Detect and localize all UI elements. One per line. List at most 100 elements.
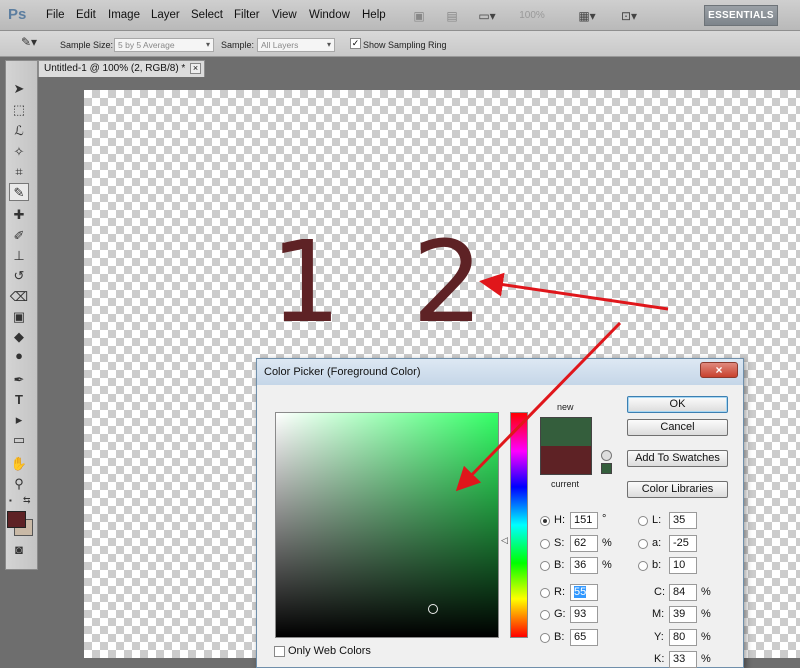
yellow-field[interactable]: 80	[669, 629, 697, 646]
canvas-text-layer-1[interactable]: 1	[270, 218, 341, 348]
only-web-colors-checkbox[interactable]	[274, 646, 285, 657]
red-radio[interactable]	[540, 588, 550, 598]
b-channel-field[interactable]: 10	[669, 557, 697, 574]
cyan-unit: %	[701, 586, 711, 598]
cyan-field[interactable]: 84	[669, 584, 697, 601]
brightness-field[interactable]: 36	[570, 557, 598, 574]
green-field[interactable]: 93	[570, 606, 598, 623]
canvas-text-layer-2[interactable]: 2	[412, 218, 483, 348]
default-colors-icon[interactable]: ▪	[9, 496, 12, 505]
menu-layer[interactable]: Layer	[151, 9, 180, 21]
a-channel-label: a:	[652, 537, 662, 549]
brush-tool-icon[interactable]: ✐	[9, 227, 29, 245]
dodge-tool-icon[interactable]: ●	[9, 347, 29, 365]
lasso-tool-icon[interactable]: ℒ	[9, 122, 29, 140]
red-value: 55	[574, 586, 587, 598]
menu-view[interactable]: View	[272, 9, 297, 21]
hue-slider-handle[interactable]: ◁	[501, 535, 508, 546]
menu-image[interactable]: Image	[108, 9, 140, 21]
foreground-color-swatch[interactable]	[7, 511, 26, 528]
quick-mask-icon[interactable]: ◙	[9, 541, 29, 559]
chevron-down-icon: ▾	[205, 40, 210, 49]
eraser-tool-icon[interactable]: ⌫	[9, 288, 29, 306]
gradient-tool-icon[interactable]: ▣	[9, 308, 29, 326]
document-title: Untitled-1 @ 100% (2, RGB/8) *	[44, 63, 186, 74]
clone-stamp-tool-icon[interactable]: ⊥	[9, 247, 29, 265]
add-to-swatches-button[interactable]: Add To Swatches	[627, 450, 728, 467]
yellow-label: Y:	[654, 631, 664, 643]
menu-filter[interactable]: Filter	[234, 9, 260, 21]
zoom-tool-icon[interactable]: ⚲	[9, 475, 29, 493]
menu-select[interactable]: Select	[191, 9, 223, 21]
pen-tool-icon[interactable]: ✒	[9, 371, 29, 389]
menu-edit[interactable]: Edit	[76, 9, 96, 21]
color-cursor[interactable]	[428, 604, 438, 614]
hue-radio[interactable]	[540, 516, 550, 526]
menu-help[interactable]: Help	[362, 9, 386, 21]
history-brush-tool-icon[interactable]: ↺	[9, 267, 29, 285]
saturation-field[interactable]: 62	[570, 535, 598, 552]
workspace-switcher[interactable]: ESSENTIALS	[704, 5, 778, 26]
sample-value: All Layers	[261, 40, 299, 50]
current-color-swatch[interactable]	[540, 446, 592, 475]
mini-bridge-icon[interactable]: ▤	[440, 6, 464, 26]
green-radio[interactable]	[540, 610, 550, 620]
document-tab[interactable]: Untitled-1 @ 100% (2, RGB/8) * ×	[38, 60, 205, 77]
bridge-icon[interactable]: ▣	[407, 6, 431, 26]
menu-file[interactable]: File	[46, 9, 65, 21]
lightness-radio[interactable]	[638, 516, 648, 526]
eyedropper-tool-icon[interactable]: ✎	[9, 183, 29, 201]
path-selection-tool-icon[interactable]: ▸	[9, 411, 29, 429]
black-field[interactable]: 33	[669, 651, 697, 668]
screen-mode-icon[interactable]: ⊡▾	[614, 6, 644, 26]
black-unit: %	[701, 653, 711, 665]
ok-button[interactable]: OK	[627, 396, 728, 413]
crop-tool-icon[interactable]: ⌗	[9, 163, 29, 181]
red-field[interactable]: 55	[570, 584, 598, 601]
hue-field[interactable]: 151	[570, 512, 598, 529]
menu-window[interactable]: Window	[309, 9, 350, 21]
cancel-button[interactable]: Cancel	[627, 419, 728, 436]
arrange-documents-icon[interactable]: ▦▾	[572, 6, 602, 26]
red-label: R:	[554, 586, 565, 598]
healing-brush-tool-icon[interactable]: ✚	[9, 206, 29, 224]
view-extras-icon[interactable]: ▭▾	[472, 6, 502, 26]
color-picker-dialog: Color Picker (Foreground Color) × ◁ new …	[256, 358, 744, 668]
brightness-radio[interactable]	[540, 561, 550, 571]
close-icon[interactable]: ×	[700, 362, 738, 378]
lightness-field[interactable]: 35	[669, 512, 697, 529]
sample-dropdown[interactable]: All Layers ▾	[257, 38, 335, 52]
type-tool-icon[interactable]: T	[9, 391, 29, 409]
zoom-level[interactable]: 100%	[512, 6, 552, 26]
hand-tool-icon[interactable]: ✋	[9, 455, 29, 473]
photoshop-logo: Ps	[8, 6, 27, 23]
quick-selection-tool-icon[interactable]: ✧	[9, 143, 29, 161]
blue-field[interactable]: 65	[570, 629, 598, 646]
marquee-tool-icon[interactable]: ⬚	[9, 101, 29, 119]
out-of-gamut-icon[interactable]	[601, 450, 612, 461]
hue-label: H:	[554, 514, 565, 526]
b-channel-label: b:	[652, 559, 662, 571]
menu-bar: Ps File Edit Image Layer Select Filter V…	[0, 0, 800, 31]
blue-radio[interactable]	[540, 633, 550, 643]
color-libraries-button[interactable]: Color Libraries	[627, 481, 728, 498]
magenta-field[interactable]: 39	[669, 606, 697, 623]
saturation-brightness-field[interactable]	[275, 412, 499, 638]
sample-size-dropdown[interactable]: 5 by 5 Average ▾	[114, 38, 214, 52]
web-safe-color-icon[interactable]	[601, 463, 612, 474]
move-tool-icon[interactable]: ➤	[9, 80, 29, 98]
cyan-label: C:	[654, 586, 665, 598]
blur-tool-icon[interactable]: ◆	[9, 328, 29, 346]
show-sampling-ring-checkbox[interactable]: ✓	[350, 38, 361, 49]
b-channel-radio[interactable]	[638, 561, 648, 571]
eyedropper-tool-preset-icon[interactable]: ✎▾	[21, 35, 47, 53]
swap-colors-icon[interactable]: ⇆	[23, 495, 31, 506]
saturation-radio[interactable]	[540, 539, 550, 549]
hue-slider[interactable]	[510, 412, 528, 638]
rectangle-tool-icon[interactable]: ▭	[9, 431, 29, 449]
a-channel-field[interactable]: -25	[669, 535, 697, 552]
a-channel-radio[interactable]	[638, 539, 648, 549]
sample-size-label: Sample Size:	[60, 40, 114, 50]
show-sampling-ring-label: Show Sampling Ring	[363, 40, 447, 50]
close-tab-icon[interactable]: ×	[190, 63, 201, 74]
